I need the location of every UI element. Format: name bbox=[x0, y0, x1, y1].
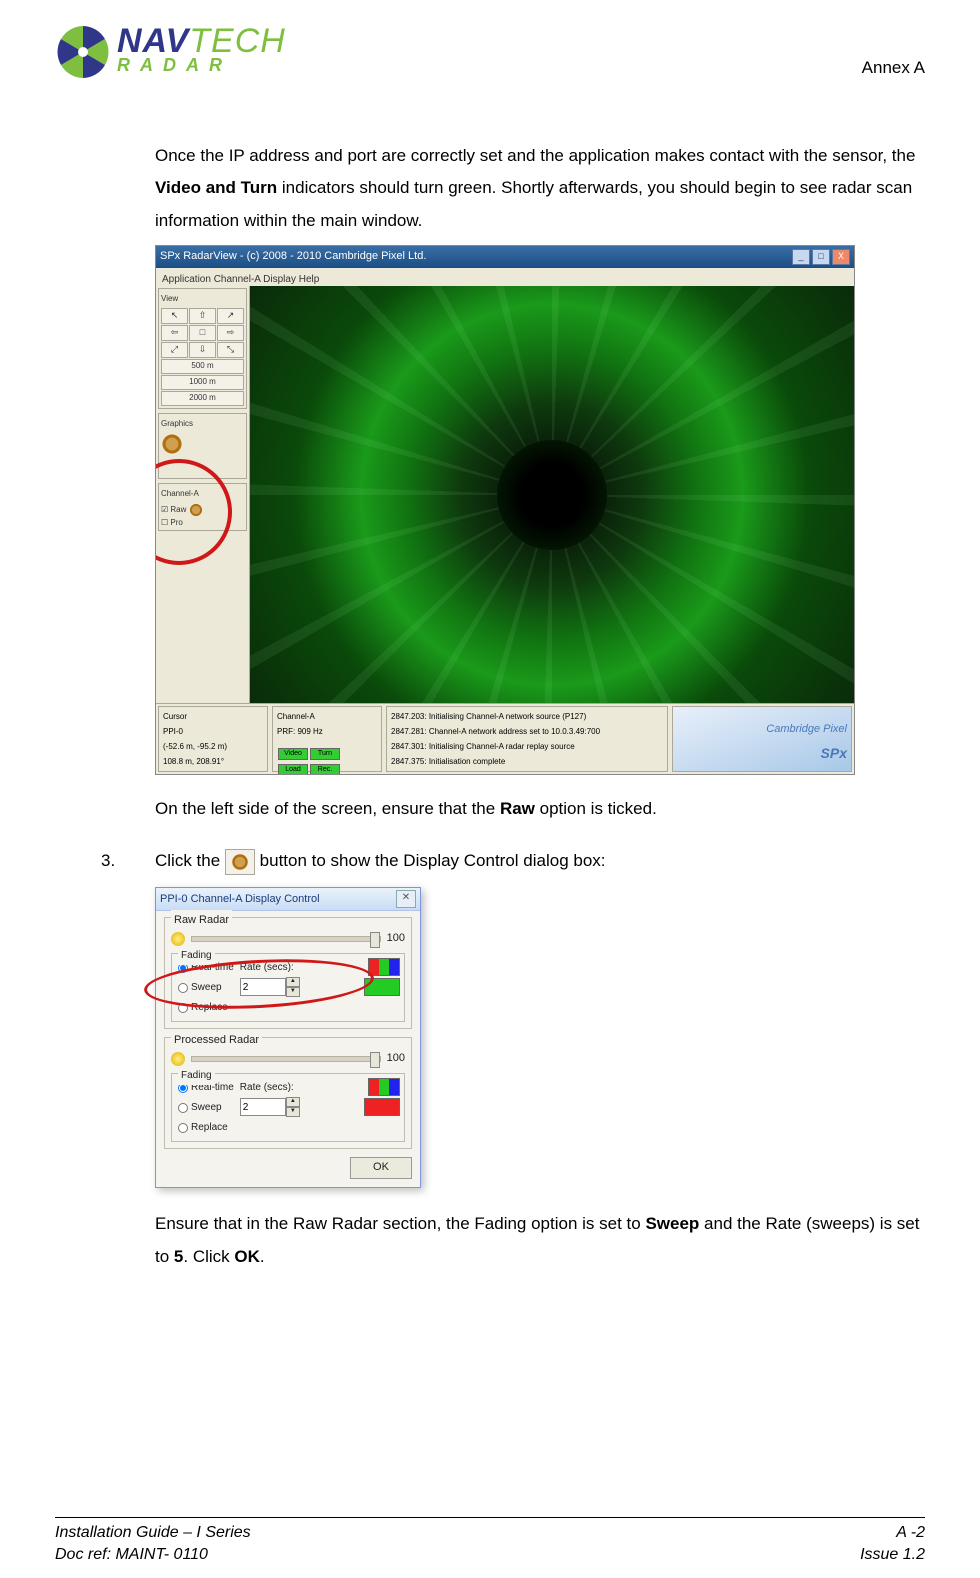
annex-label: Annex A bbox=[862, 20, 925, 78]
rate-spinner[interactable]: ▲▼ bbox=[240, 1097, 300, 1117]
center-icon[interactable]: □ bbox=[189, 325, 216, 341]
gear-button-icon[interactable] bbox=[225, 849, 255, 875]
right-icon[interactable]: ⇨ bbox=[217, 325, 244, 341]
close-icon[interactable]: X bbox=[832, 249, 850, 265]
paragraph-2: On the left side of the screen, ensure t… bbox=[155, 793, 925, 825]
pinwheel-icon bbox=[55, 24, 111, 80]
window-title: SPx RadarView - (c) 2008 - 2010 Cambridg… bbox=[160, 246, 426, 267]
video-badge: Video bbox=[278, 748, 308, 760]
display-control-dialog: PPI-0 Channel-A Display Control ✕ Raw Ra… bbox=[155, 887, 421, 1188]
paragraph-1: Once the IP address and port are correct… bbox=[155, 140, 925, 237]
spin-down-icon: ▼ bbox=[286, 1107, 300, 1117]
brightness-icon bbox=[171, 1052, 185, 1066]
zoomin-icon[interactable]: ⤡ bbox=[217, 342, 244, 358]
color-picker[interactable] bbox=[368, 958, 400, 976]
spin-up-icon: ▲ bbox=[286, 977, 300, 987]
fading-replace-radio[interactable]: Replace bbox=[178, 998, 234, 1017]
turn-badge: Turn bbox=[310, 748, 340, 760]
spin-down-icon: ▼ bbox=[286, 987, 300, 997]
range-2000[interactable]: 2000 m bbox=[161, 391, 244, 406]
logo: NAVTECH RADAR bbox=[55, 20, 365, 80]
color-swatch[interactable] bbox=[364, 978, 400, 996]
gear-icon[interactable] bbox=[161, 433, 183, 455]
maximize-icon[interactable]: □ bbox=[812, 249, 830, 265]
log-output: 2847.203: Initialising Channel-A network… bbox=[386, 706, 668, 772]
minimize-icon[interactable]: _ bbox=[792, 249, 810, 265]
fading-replace-radio[interactable]: Replace bbox=[178, 1118, 234, 1137]
rate-spinner[interactable]: ▲▼ bbox=[240, 977, 300, 997]
brightness-slider[interactable] bbox=[191, 936, 381, 942]
page-footer: Installation Guide – I Series A -2 Doc r… bbox=[55, 1517, 925, 1564]
dialog-title: PPI-0 Channel-A Display Control bbox=[160, 889, 320, 910]
status-bar: Cursor PPI-0 (-52.6 m, -95.2 m) 108.8 m,… bbox=[156, 703, 854, 774]
footer-page-num: A -2 bbox=[896, 1524, 925, 1542]
spin-up-icon: ▲ bbox=[286, 1097, 300, 1107]
step-3-text: Click the button to show the Display Con… bbox=[155, 845, 606, 877]
footer-doc-title: Installation Guide – I Series bbox=[55, 1524, 251, 1542]
color-picker[interactable] bbox=[368, 1078, 400, 1096]
color-swatch[interactable] bbox=[364, 1098, 400, 1116]
range-500[interactable]: 500 m bbox=[161, 359, 244, 374]
zoomout-icon[interactable]: ⤢ bbox=[161, 342, 188, 358]
footer-issue: Issue 1.2 bbox=[860, 1546, 925, 1564]
range-1000[interactable]: 1000 m bbox=[161, 375, 244, 390]
left-icon[interactable]: ⇦ bbox=[161, 325, 188, 341]
brightness-icon bbox=[171, 932, 185, 946]
ne-icon[interactable]: ↗ bbox=[217, 308, 244, 324]
step-number: 3. bbox=[101, 845, 143, 877]
radar-ppi-display[interactable] bbox=[250, 286, 854, 704]
rec-badge: Rec. bbox=[310, 764, 340, 775]
radarview-screenshot: SPx RadarView - (c) 2008 - 2010 Cambridg… bbox=[155, 245, 855, 775]
fading-sweep-radio[interactable]: Sweep bbox=[178, 1098, 234, 1117]
nw-icon[interactable]: ↖ bbox=[161, 308, 188, 324]
up-icon[interactable]: ⇧ bbox=[189, 308, 216, 324]
paragraph-3: Ensure that in the Raw Radar section, th… bbox=[155, 1208, 925, 1273]
load-badge: Load bbox=[278, 764, 308, 775]
down-icon[interactable]: ⇩ bbox=[189, 342, 216, 358]
close-icon[interactable]: ✕ bbox=[396, 890, 416, 908]
ok-button[interactable]: OK bbox=[350, 1157, 412, 1179]
footer-doc-ref: Doc ref: MAINT- 0110 bbox=[55, 1546, 208, 1564]
brightness-slider[interactable] bbox=[191, 1056, 381, 1062]
fading-sweep-radio[interactable]: Sweep bbox=[178, 978, 234, 997]
